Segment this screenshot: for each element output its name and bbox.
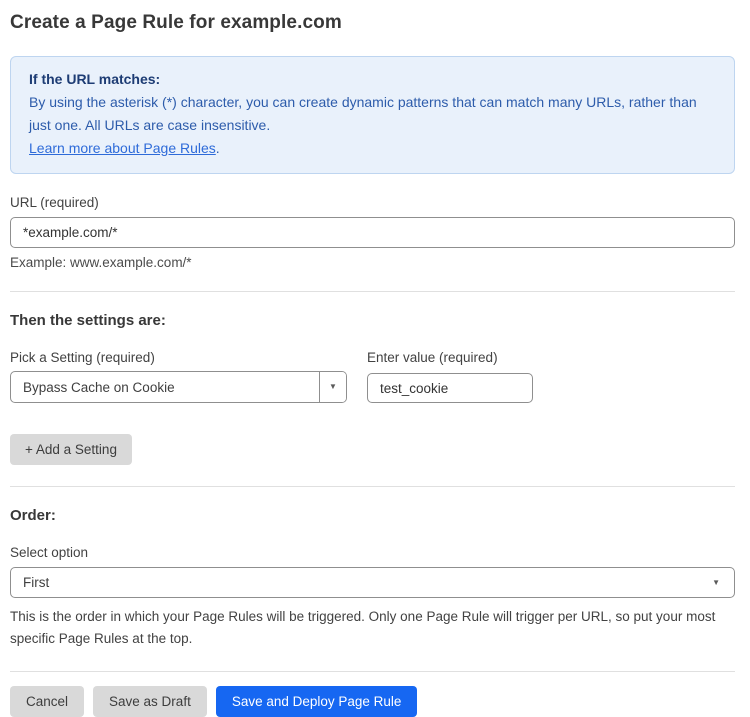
order-select-value: First bbox=[23, 575, 712, 590]
settings-section-heading: Then the settings are: bbox=[10, 312, 735, 329]
order-select[interactable]: First ▼ bbox=[10, 567, 735, 598]
url-match-info-box: If the URL matches: By using the asteris… bbox=[10, 56, 735, 174]
info-box-body: By using the asterisk (*) character, you… bbox=[29, 91, 716, 137]
link-suffix: . bbox=[216, 140, 220, 156]
url-label: URL (required) bbox=[10, 195, 735, 210]
divider bbox=[10, 486, 735, 487]
chevron-down-icon: ▼ bbox=[329, 383, 337, 391]
enter-value-label: Enter value (required) bbox=[367, 350, 533, 365]
chevron-down-icon: ▼ bbox=[712, 579, 720, 587]
url-input[interactable] bbox=[10, 217, 735, 248]
settings-row: Pick a Setting (required) Bypass Cache o… bbox=[10, 329, 735, 403]
info-box-link-line: Learn more about Page Rules. bbox=[29, 137, 716, 160]
order-select-label: Select option bbox=[10, 545, 735, 560]
setting-value-column: Enter value (required) bbox=[367, 336, 533, 403]
setting-select-arrow-button[interactable]: ▼ bbox=[319, 372, 346, 402]
order-helper-text: This is the order in which your Page Rul… bbox=[10, 606, 735, 650]
setting-picker-column: Pick a Setting (required) Bypass Cache o… bbox=[10, 329, 347, 403]
divider bbox=[10, 291, 735, 292]
info-box-heading: If the URL matches: bbox=[29, 68, 716, 91]
url-example-helper: Example: www.example.com/* bbox=[10, 255, 735, 270]
page-rule-form: Create a Page Rule for example.com If th… bbox=[0, 0, 750, 717]
divider bbox=[10, 671, 735, 672]
save-and-deploy-button[interactable]: Save and Deploy Page Rule bbox=[216, 686, 418, 717]
add-setting-button[interactable]: + Add a Setting bbox=[10, 434, 132, 465]
footer-actions: Cancel Save as Draft Save and Deploy Pag… bbox=[10, 686, 735, 717]
setting-select-value: Bypass Cache on Cookie bbox=[11, 372, 319, 402]
cancel-button[interactable]: Cancel bbox=[10, 686, 84, 717]
setting-value-input[interactable] bbox=[367, 373, 533, 403]
page-title: Create a Page Rule for example.com bbox=[10, 12, 735, 34]
save-as-draft-button[interactable]: Save as Draft bbox=[93, 686, 207, 717]
setting-label: Pick a Setting (required) bbox=[10, 350, 347, 365]
order-section-heading: Order: bbox=[10, 507, 735, 524]
setting-select[interactable]: Bypass Cache on Cookie ▼ bbox=[10, 371, 347, 403]
learn-more-link[interactable]: Learn more about Page Rules bbox=[29, 140, 216, 156]
